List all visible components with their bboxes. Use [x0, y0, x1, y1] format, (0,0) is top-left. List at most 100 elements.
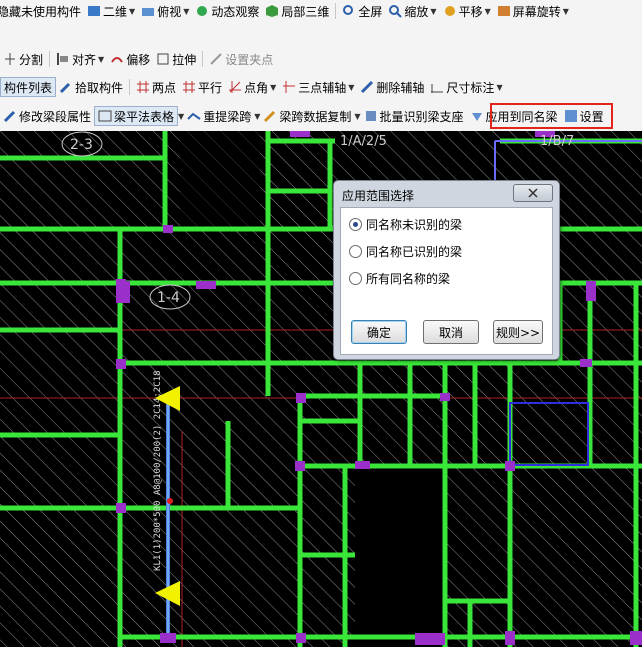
orbit-icon	[197, 6, 208, 16]
point-angle-icon	[229, 81, 242, 93]
support-icon	[365, 111, 376, 121]
dynamic-observe-button[interactable]: 动态观察	[192, 1, 262, 21]
align-icon	[57, 53, 69, 65]
fullscreen-icon	[343, 5, 354, 15]
label: 构件列表	[4, 80, 53, 95]
radio-button[interactable]	[349, 245, 362, 258]
local-3d-button[interactable]: 局部三维	[262, 1, 332, 21]
zoom-dropdown[interactable]: 缩放 ▼	[385, 1, 439, 21]
label: 批量识别梁支座	[379, 109, 464, 124]
split-button[interactable]: 分割	[0, 49, 46, 69]
point-angle-dropdown[interactable]: 点角 ▼	[225, 77, 279, 97]
apply-icon	[471, 113, 482, 121]
span-copy-button[interactable]: 梁跨数据复制	[260, 106, 354, 126]
label: 偏移	[126, 52, 151, 67]
label: 隐藏未使用构件	[0, 4, 82, 19]
align-dropdown[interactable]: 对齐 ▼	[53, 49, 107, 69]
label: 二维	[103, 4, 128, 19]
label: 梁平法表格	[114, 109, 175, 124]
highlight-box	[490, 103, 613, 129]
pencil-icon	[3, 110, 16, 123]
label: 全屏	[358, 4, 383, 19]
respan-icon	[187, 112, 201, 120]
view-icon	[88, 6, 101, 16]
label: 重提梁跨	[203, 109, 252, 124]
batch-support-button[interactable]: 批量识别梁支座	[361, 106, 467, 126]
dimension-dropdown[interactable]: 尺寸标注 ▼	[427, 77, 505, 97]
modify-segment-button[interactable]: 修改梁段属性	[0, 106, 94, 126]
axis-label-2-3: 2-3	[70, 137, 93, 153]
set-grip-point-button[interactable]: 设置夹点	[206, 49, 276, 69]
hide-unused-button[interactable]: 隐藏未使用构件	[0, 1, 84, 21]
label: 俯视	[157, 4, 182, 19]
close-icon	[528, 188, 538, 198]
split-icon	[5, 53, 15, 65]
offset-button[interactable]: 偏移	[107, 49, 153, 69]
cancel-button[interactable]: 取消	[423, 320, 479, 344]
view-2d-dropdown[interactable]: 二维 ▼	[84, 1, 138, 21]
brush-icon	[264, 110, 276, 123]
rotate-icon	[497, 6, 510, 16]
radio-button[interactable]	[349, 272, 362, 285]
label: 拾取构件	[75, 80, 124, 95]
cube-icon	[266, 5, 279, 17]
label: 设置夹点	[225, 52, 274, 67]
axis-label-1-4: 1-4	[157, 290, 180, 306]
label: 平移	[458, 4, 483, 19]
rules-button[interactable]: 规则>>	[493, 320, 543, 344]
axis-label-top-mid: 1/A/2/5	[340, 134, 387, 149]
delete-axis-icon	[361, 80, 374, 94]
label: 屏幕旋转	[512, 4, 561, 19]
fullscreen-button[interactable]: 全屏	[339, 1, 385, 21]
label: 平行	[198, 80, 223, 95]
offset-icon	[111, 57, 124, 63]
top-view-icon	[142, 8, 155, 16]
toolbar-row-3: 构件列表 拾取构件 两点 平行 点角 ▼ 三点辅轴 ▼ 删除辅轴 尺寸标注 ▼	[0, 76, 506, 98]
zoom-icon	[389, 5, 403, 18]
scope-selection-dialog: 应用范围选择 同名称未识别的梁 同名称已识别的梁 所有同名称的梁 确定 取消 规…	[333, 180, 560, 360]
close-button[interactable]	[513, 184, 553, 202]
delete-axis-button[interactable]: 删除辅轴	[357, 77, 427, 97]
pick-icon	[59, 82, 71, 94]
three-point-icon	[283, 81, 296, 93]
radio-label: 同名称已识别的梁	[366, 245, 463, 259]
grid-icon	[137, 81, 150, 93]
top-view-dropdown[interactable]: 俯视 ▼	[138, 1, 192, 21]
two-points-button[interactable]: 两点	[133, 77, 179, 97]
label: 修改梁段属性	[19, 109, 92, 124]
label: 分割	[19, 52, 44, 67]
radio-label: 所有同名称的梁	[366, 272, 451, 286]
dialog-title: 应用范围选择	[342, 189, 415, 203]
pan-icon	[444, 6, 455, 16]
label: 三点辅轴	[298, 80, 347, 95]
component-list-button[interactable]: 构件列表	[0, 77, 57, 97]
screen-rotate-dropdown[interactable]: 屏幕旋转 ▼	[494, 1, 572, 21]
radio-button[interactable]	[349, 218, 362, 231]
axis-label-top-right: 1/B/7	[540, 134, 574, 149]
label: 动态观察	[211, 4, 260, 19]
beam-table-button[interactable]: 梁平法表格	[94, 106, 179, 126]
stretch-button[interactable]: 拉伸	[153, 49, 199, 69]
label: 尺寸标注	[446, 80, 495, 95]
radio-recognized[interactable]: 同名称已识别的梁	[349, 243, 462, 260]
table-icon	[98, 110, 112, 122]
dialog-body: 同名称未识别的梁 同名称已识别的梁 所有同名称的梁 确定 取消 规则>>	[340, 207, 553, 355]
pick-component-button[interactable]: 拾取构件	[56, 77, 126, 97]
radio-all[interactable]: 所有同名称的梁	[349, 270, 450, 287]
label: 点角	[244, 80, 269, 95]
label: 局部三维	[281, 4, 330, 19]
ok-button[interactable]: 确定	[351, 320, 407, 344]
label: 拉伸	[172, 52, 197, 67]
grip-icon	[210, 53, 222, 65]
toolbar-row-2: 分割 对齐 ▼ 偏移 拉伸 设置夹点	[0, 48, 276, 70]
re-span-button[interactable]: 重提梁跨	[184, 106, 254, 126]
parallel-button[interactable]: 平行	[179, 77, 225, 97]
stretch-icon	[157, 53, 169, 65]
radio-label: 同名称未识别的梁	[366, 218, 463, 232]
three-point-axis-dropdown[interactable]: 三点辅轴 ▼	[279, 77, 357, 97]
parallel-icon	[183, 81, 196, 93]
pan-dropdown[interactable]: 平移 ▼	[440, 1, 494, 21]
label: 梁跨数据复制	[279, 109, 352, 124]
radio-unrecognized[interactable]: 同名称未识别的梁	[349, 216, 462, 233]
dimension-icon	[431, 84, 444, 93]
